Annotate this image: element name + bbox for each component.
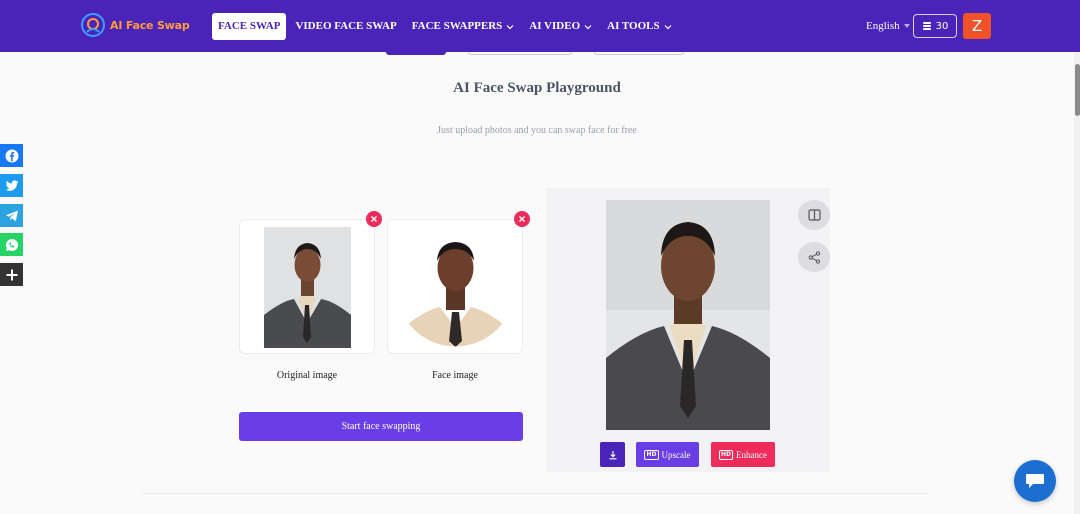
chevron-down-icon xyxy=(506,24,514,29)
remove-face-image-button[interactable] xyxy=(514,211,530,227)
coins-icon xyxy=(922,22,931,30)
nav-label: FACE SWAP xyxy=(218,20,281,32)
twitter-share-button[interactable] xyxy=(0,174,23,197)
nav-label: VIDEO FACE SWAP xyxy=(295,20,397,32)
download-icon xyxy=(609,450,616,459)
nav-label: AI VIDEO xyxy=(529,20,581,32)
whatsapp-share-button[interactable] xyxy=(0,233,23,256)
language-label: English xyxy=(866,20,900,32)
credits-count: 30 xyxy=(935,20,949,32)
scrollbar-thumb[interactable] xyxy=(1075,64,1080,116)
page-title: AI Face Swap Playground xyxy=(453,80,621,96)
site-logo[interactable]: AI Face Swap xyxy=(80,12,190,38)
hd-icon: HD xyxy=(719,449,734,460)
share-icon xyxy=(808,250,820,264)
chat-bubble-icon xyxy=(1026,474,1044,488)
download-button[interactable] xyxy=(600,442,625,467)
chevron-down-icon xyxy=(584,24,592,29)
whatsapp-icon xyxy=(5,238,18,251)
nav-video-face-swap[interactable]: VIDEO FACE SWAP xyxy=(289,13,402,40)
logo-text: AI Face Swap xyxy=(110,18,190,32)
enhance-label: Enhance xyxy=(736,449,767,460)
enhance-button[interactable]: HD Enhance xyxy=(711,442,775,467)
facebook-icon xyxy=(5,149,18,162)
main-nav: FACE SWAP VIDEO FACE SWAP FACE SWAPPERS … xyxy=(212,13,681,40)
nav-face-swap[interactable]: FACE SWAP xyxy=(212,13,287,40)
start-face-swapping-button[interactable]: Start face swapping xyxy=(239,412,523,441)
close-icon xyxy=(519,216,525,222)
nav-label: AI TOOLS xyxy=(607,20,660,32)
original-image-card[interactable] xyxy=(239,219,375,354)
face-image-thumbnail xyxy=(396,228,515,347)
nav-label: FACE SWAPPERS xyxy=(411,20,503,32)
upscale-button[interactable]: HD Upscale xyxy=(636,442,699,467)
face-image-card[interactable] xyxy=(387,219,523,354)
nav-face-swappers[interactable]: FACE SWAPPERS xyxy=(406,13,521,40)
facebook-share-button[interactable] xyxy=(0,144,23,167)
telegram-share-button[interactable] xyxy=(0,204,23,227)
more-share-button[interactable] xyxy=(0,263,23,286)
original-image-label: Original image xyxy=(276,370,338,381)
top-navbar: AI Face Swap FACE SWAP VIDEO FACE SWAP F… xyxy=(0,0,1080,52)
page-scrollbar[interactable] xyxy=(1074,52,1080,514)
compare-view-button[interactable] xyxy=(798,200,830,230)
mode-tab-stub[interactable] xyxy=(386,52,446,55)
mode-tab-stub[interactable] xyxy=(594,52,684,55)
share-result-button[interactable] xyxy=(798,242,830,272)
language-selector[interactable]: English xyxy=(866,20,910,32)
main-content xyxy=(0,52,1074,514)
nav-ai-tools[interactable]: AI TOOLS xyxy=(601,13,677,40)
logo-mark-icon xyxy=(81,13,105,37)
close-icon xyxy=(371,216,377,222)
mode-tab-stub[interactable] xyxy=(468,52,572,55)
chevron-down-icon xyxy=(664,24,672,29)
page-subtitle: Just upload photos and you can swap face… xyxy=(437,125,637,136)
telegram-icon xyxy=(5,210,18,221)
original-image-thumbnail xyxy=(264,227,351,348)
caret-down-icon xyxy=(903,24,910,28)
remove-original-image-button[interactable] xyxy=(366,211,382,227)
result-image xyxy=(606,200,770,430)
twitter-icon xyxy=(5,179,18,191)
face-image-label: Face image xyxy=(432,370,478,381)
chat-widget-button[interactable] xyxy=(1014,460,1056,502)
plus-icon xyxy=(6,269,17,280)
split-view-icon xyxy=(807,209,821,221)
nav-ai-video[interactable]: AI VIDEO xyxy=(523,13,598,40)
user-avatar[interactable]: Z xyxy=(963,13,991,39)
upscale-label: Upscale xyxy=(661,449,691,460)
section-divider xyxy=(142,493,928,494)
hd-icon: HD xyxy=(644,449,659,460)
credits-button[interactable]: 30 xyxy=(913,14,957,38)
result-panel: HD Upscale HD Enhance xyxy=(546,188,830,472)
